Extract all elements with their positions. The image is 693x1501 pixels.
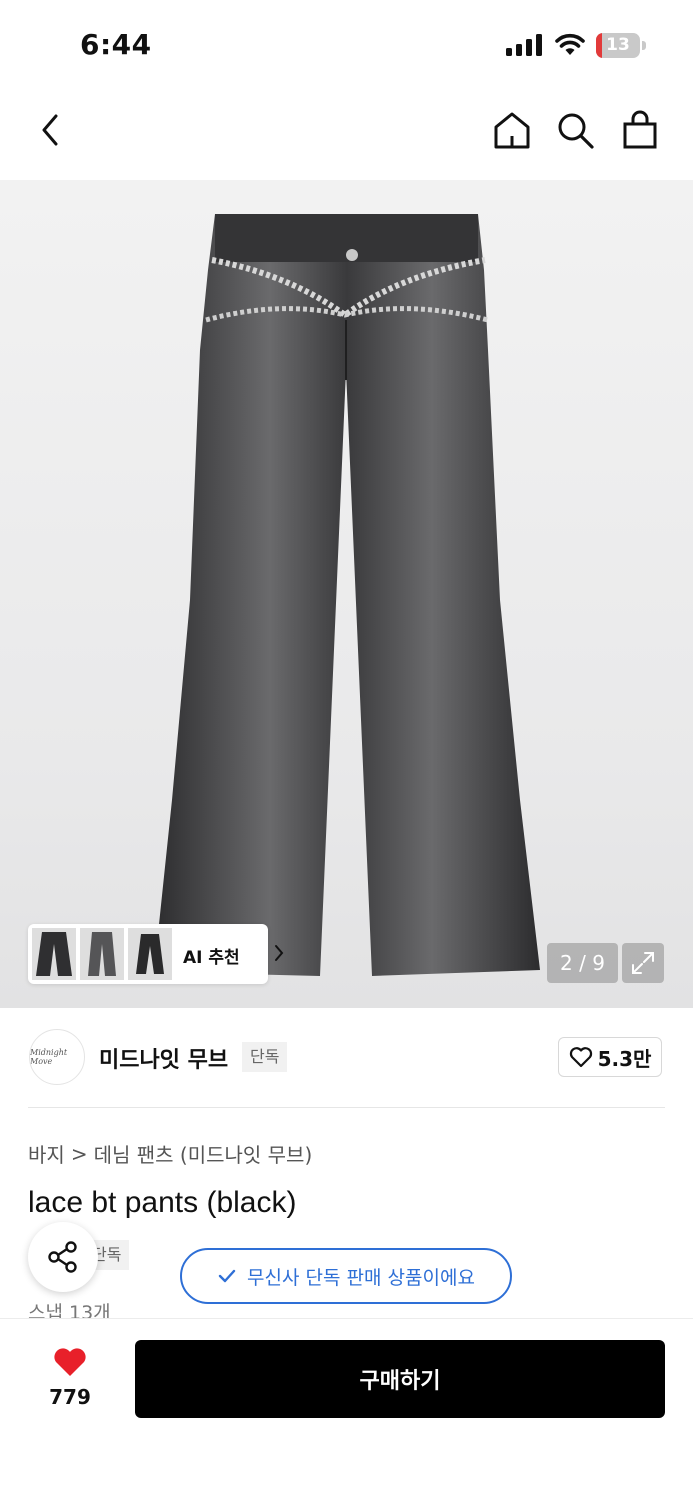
battery-level: 13: [606, 35, 630, 55]
breadcrumb-subcategory[interactable]: 데님 팬츠 (미드나잇 무브): [94, 1139, 313, 1168]
buy-button[interactable]: 구매하기: [135, 1340, 665, 1418]
heart-outline-icon: [569, 1047, 592, 1068]
signal-icon: [506, 34, 542, 56]
brand-like-count: 5.3만: [597, 1046, 652, 1071]
chevron-right-icon: [275, 945, 284, 961]
share-button[interactable]: [28, 1222, 98, 1292]
brand-logo[interactable]: Midnight Move: [29, 1029, 85, 1085]
breadcrumb-separator: >: [70, 1141, 88, 1166]
search-icon: [558, 113, 594, 149]
home-button[interactable]: [488, 106, 536, 154]
expand-image-button[interactable]: [622, 943, 664, 983]
exclusive-toast-text: 무신사 단독 판매 상품이에요: [247, 1266, 475, 1289]
product-title: lace bt pants (black): [28, 1186, 297, 1219]
ai-recommend-card[interactable]: AI 추천: [28, 924, 284, 984]
divider: [28, 1107, 665, 1108]
wish-button[interactable]: [52, 1346, 88, 1382]
check-icon: [218, 1269, 236, 1283]
search-button[interactable]: [551, 106, 599, 154]
back-button[interactable]: [26, 106, 74, 154]
heart-filled-icon: [54, 1348, 86, 1376]
exclusive-toast: 무신사 단독 판매 상품이에요: [180, 1248, 512, 1304]
brand-name[interactable]: 미드나잇 무브: [99, 1042, 228, 1074]
cart-button[interactable]: [616, 106, 664, 154]
ai-recommend-label: AI 추천: [183, 948, 240, 968]
thumbnail-3[interactable]: [128, 928, 172, 980]
wifi-icon: [555, 33, 585, 55]
breadcrumb-category[interactable]: 바지: [28, 1139, 65, 1168]
buy-button-label: 구매하기: [359, 1369, 441, 1394]
jeans-image: [154, 214, 540, 976]
product-image[interactable]: [0, 180, 693, 1008]
thumbnail-2[interactable]: [80, 928, 124, 980]
snap-count[interactable]: 스냅 13개: [28, 1298, 111, 1318]
brand-exclusive-badge: 단독: [242, 1042, 288, 1072]
share-icon: [48, 1241, 77, 1273]
battery-icon: 13: [596, 33, 646, 58]
brand-like-button[interactable]: 5.3만: [558, 1037, 662, 1077]
shopping-bag-icon: [623, 110, 657, 149]
home-icon: [494, 112, 530, 149]
status-time: 6:44: [80, 28, 152, 61]
brand-logo-text: Midnight Move: [30, 1048, 68, 1066]
chevron-left-icon: [42, 114, 58, 146]
thumbnail-1[interactable]: [32, 928, 76, 980]
breadcrumb: 바지 > 데님 팬츠 (미드나잇 무브): [28, 1139, 312, 1168]
expand-icon: [632, 952, 654, 974]
image-page-counter: 2 / 9: [547, 943, 618, 983]
wish-count: 779: [49, 1385, 91, 1409]
